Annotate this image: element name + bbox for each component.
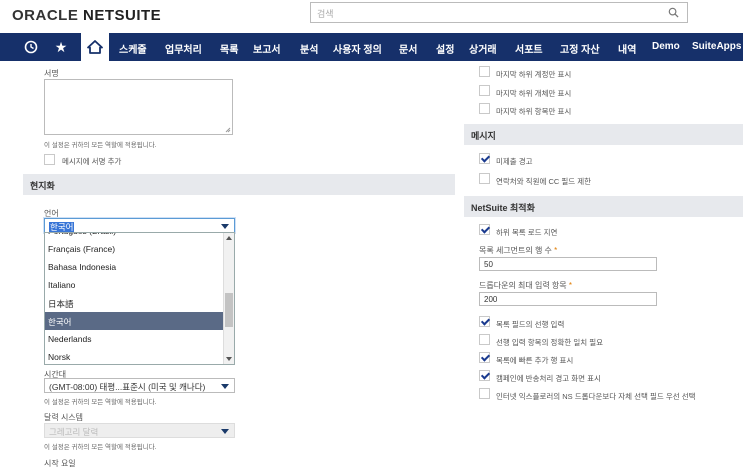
start-day-label: 시작 요일 [44,459,76,468]
signature-label: 서명 [44,69,59,78]
bounce-warning-label: 캠페인에 반송처리 경고 화면 표시 [496,374,601,383]
nav-item-demo[interactable]: Demo [652,41,680,52]
quick-add-row-checkbox[interactable] [479,352,490,363]
global-search-input[interactable]: 검색 [310,2,688,23]
chevron-down-icon [221,429,229,434]
language-option[interactable]: 日本語 [45,294,224,312]
timezone-select[interactable]: (GMT-08:00) 태평...표준시 (미국 및 캐나다) [44,378,235,393]
native-select-label: 인터넷 익스플로러의 NS 드롭다운보다 자체 선택 필드 우선 선택 [496,392,696,401]
scrollbar-thumb[interactable] [225,293,233,327]
signature-help-text: 이 설정은 귀하의 모든 역할에 적용됩니다. [44,142,157,149]
search-placeholder: 검색 [317,9,334,19]
calendar-selected-value: 그레고리 달력 [49,427,99,437]
last-sub-item-checkbox[interactable] [479,103,490,114]
home-icon[interactable] [81,33,109,61]
restrict-cc-label: 연락처와 직원에 CC 필드 제한 [496,177,592,186]
required-mark: * [554,246,558,255]
recent-records-icon[interactable] [22,38,40,56]
segment-rows-label: 목록 세그먼트의 행 수 * [479,245,557,256]
last-sub-item-label: 마지막 하위 항목만 표시 [496,107,572,116]
scroll-down-arrow-icon[interactable] [226,357,232,361]
nav-item-lists[interactable]: 목록 [220,41,238,56]
unsubmitted-warning-checkbox[interactable] [479,153,490,164]
restrict-cc-checkbox[interactable] [479,173,490,184]
language-select[interactable]: 한국어 [44,218,235,233]
delay-sublist-load-label: 하위 목록 로드 지연 [496,228,558,237]
calendar-system-label: 달력 시스템 [44,413,84,422]
bounce-warning-checkbox[interactable] [479,370,490,381]
quick-add-row-label: 목록에 빠른 추가 행 표시 [496,356,574,365]
signature-textarea[interactable] [44,79,233,135]
calendar-system-select: 그레고리 달력 [44,423,235,438]
chevron-down-icon [221,384,229,389]
unsubmitted-warning-label: 미제출 경고 [496,157,533,166]
delay-sublist-load-checkbox[interactable] [479,224,490,235]
message-section-header: 메시지 [464,124,743,145]
typeahead-label: 목록 필드의 선행 입력 [496,320,565,329]
typeahead-checkbox[interactable] [479,316,490,327]
nav-item-reports[interactable]: 보고서 [253,41,281,56]
language-option[interactable]: Français (France) [45,240,224,258]
logo-text-oracle: ORACLE [12,7,83,24]
nav-item-setup[interactable]: 설정 [436,41,454,56]
nav-item-customization[interactable]: 사용자 정의 [333,41,382,56]
add-signature-checkbox[interactable] [44,154,55,165]
calendar-help-text: 이 설정은 귀하의 모든 역할에 적용됩니다. [44,444,157,451]
language-option[interactable]: Nederlands [45,330,224,348]
oracle-netsuite-logo[interactable]: ORACLE NETSUITE [12,7,161,24]
nav-item-schedule[interactable]: 스케줄 [119,41,147,56]
last-sub-entity-checkbox[interactable] [479,85,490,96]
language-option[interactable]: Bahasa Indonesia [45,258,224,276]
exact-match-label: 선행 입력 항목의 정확한 일치 필요 [496,338,604,347]
main-nav-bar: ★ 스케줄 업무처리 목록 보고서 분석 사용자 정의 문서 설정 상거래 서포… [0,33,743,61]
timezone-selected-value: (GMT-08:00) 태평...표준시 (미국 및 캐나다) [49,382,206,392]
language-option[interactable]: Italiano [45,276,224,294]
nav-item-documents[interactable]: 문서 [399,41,417,56]
nav-item-analytics[interactable]: 분석 [300,41,318,56]
exact-match-checkbox[interactable] [479,334,490,345]
top-header: ORACLE NETSUITE 검색 [0,0,743,33]
search-icon[interactable] [668,7,679,18]
logo-text-netsuite: NETSUITE [83,7,162,24]
localization-section-header: 현지화 [23,174,455,195]
resize-handle-icon[interactable] [225,127,231,133]
language-option[interactable]: Português (Brasil) [45,233,224,240]
nav-item-history[interactable]: 내역 [618,41,636,56]
language-option-selected[interactable]: 한국어 [45,312,224,330]
dropdown-max-label: 드롭다운의 최대 입력 항목 * [479,280,572,291]
chevron-down-icon [221,224,229,229]
nav-item-commerce[interactable]: 상거래 [469,41,497,56]
last-sub-account-label: 마지막 하위 계정만 표시 [496,70,572,79]
last-sub-entity-label: 마지막 하위 개체만 표시 [496,89,572,98]
language-selected-value: 한국어 [49,222,75,232]
native-select-checkbox[interactable] [479,388,490,399]
favorites-star-icon[interactable]: ★ [52,38,70,56]
scroll-up-arrow-icon[interactable] [226,236,232,240]
segment-rows-label-text: 목록 세그먼트의 행 수 [479,246,552,255]
nav-item-fixed-assets[interactable]: 고정 자산 [560,41,600,56]
dropdown-max-input[interactable]: 200 [479,292,657,306]
timezone-help-text: 이 설정은 귀하의 모든 역할에 적용됩니다. [44,399,157,406]
add-signature-label: 메시지에 서명 추가 [62,157,122,166]
language-option[interactable]: Norsk [45,348,224,364]
required-mark: * [568,281,572,290]
nav-item-transactions[interactable]: 업무처리 [165,41,202,56]
nav-item-suiteapps[interactable]: SuiteApps [692,41,741,52]
last-sub-account-checkbox[interactable] [479,66,490,77]
segment-rows-input[interactable]: 50 [479,257,657,271]
dropdown-scrollbar[interactable] [223,233,234,364]
language-dropdown-list[interactable]: Português (Brasil) Français (France) Bah… [44,232,235,365]
dropdown-max-label-text: 드롭다운의 최대 입력 항목 [479,281,567,290]
nav-item-support[interactable]: 서포트 [515,41,543,56]
netsuite-optimization-section-header: NetSuite 최적화 [464,196,743,217]
